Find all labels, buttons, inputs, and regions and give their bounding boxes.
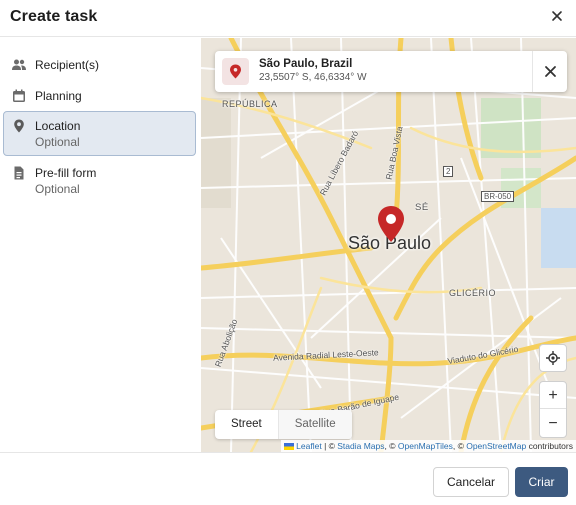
close-icon[interactable] [548, 7, 566, 25]
location-coordinates: 23,5507° S, 46,6334° W [259, 72, 367, 83]
sidebar-item-label: Recipient(s) [35, 58, 100, 72]
map-marker-icon[interactable] [376, 205, 406, 243]
water-area [541, 208, 576, 268]
locate-me-button[interactable] [539, 344, 567, 372]
sidebar-item-recipients[interactable]: Recipient(s) [3, 52, 196, 78]
attribution-separator: , © [384, 441, 398, 451]
zoom-out-button[interactable]: − [540, 410, 566, 437]
clear-location-button[interactable] [532, 51, 567, 92]
document-icon [14, 166, 24, 180]
attribution-tail: contributors [526, 441, 573, 451]
close-icon [545, 66, 556, 77]
map-layer-switcher: Street Satellite [215, 410, 352, 439]
crosshair-icon [546, 351, 560, 365]
sidebar-item-sublabel: Optional [35, 182, 80, 196]
create-task-dialog: Create task Recipient(s) Planning Locati… [0, 0, 576, 505]
sidebar-item-prefill-form[interactable]: Pre-fill form Optional [3, 159, 196, 199]
openmaptiles-link[interactable]: OpenMapTiles [398, 441, 453, 451]
attribution-separator: , © [452, 441, 467, 451]
map-label-se: SÉ [415, 202, 429, 213]
location-pin-badge [222, 58, 249, 85]
ukraine-flag-icon [283, 443, 294, 450]
sidebar-item-label: Location [35, 119, 81, 133]
attribution-separator: | © [321, 441, 338, 451]
calendar-icon [13, 89, 25, 102]
zoom-control: + − [539, 381, 567, 438]
sidebar-item-label: Pre-fill form [35, 166, 97, 180]
map-label-republica: REPÚBLICA [222, 99, 278, 109]
create-button[interactable]: Criar [515, 467, 568, 497]
people-icon [12, 59, 26, 70]
park-area [481, 98, 541, 158]
map-attribution: Leaflet | © Stadia Maps, © OpenMapTiles,… [280, 440, 576, 452]
openstreetmap-link[interactable]: OpenStreetMap [466, 441, 526, 451]
selected-location-card: São Paulo, Brazil 23,5507° S, 46,6334° W [215, 51, 567, 92]
highway-shield-2: 2 [443, 166, 454, 177]
tab-satellite[interactable]: Satellite [277, 410, 352, 439]
dialog-header: Create task [0, 0, 576, 37]
tab-street[interactable]: Street [215, 410, 278, 439]
map-view[interactable]: REPÚBLICA SÉ GLICÉRIO BR-050 2 Avenida R… [201, 38, 576, 452]
stadia-maps-link[interactable]: Stadia Maps [337, 441, 384, 451]
leaflet-link[interactable]: Leaflet [296, 441, 322, 451]
sidebar-item-label: Planning [35, 89, 82, 103]
sidebar: Recipient(s) Planning Location Optional [0, 38, 201, 452]
location-name: São Paulo, Brazil [259, 58, 353, 70]
dialog-title: Create task [10, 8, 98, 25]
sidebar-item-location[interactable]: Location Optional [3, 111, 196, 156]
sidebar-item-sublabel: Optional [35, 135, 80, 149]
zoom-in-button[interactable]: + [540, 382, 566, 409]
cancel-button[interactable]: Cancelar [433, 467, 509, 497]
map-label-glicerio: GLICÉRIO [449, 288, 497, 298]
sidebar-item-planning[interactable]: Planning [3, 83, 196, 109]
block-area [201, 98, 231, 208]
location-pin-icon [14, 119, 24, 133]
dialog-footer: Cancelar Criar [0, 452, 576, 505]
location-pin-icon [230, 64, 241, 79]
highway-shield-br050: BR-050 [481, 191, 515, 202]
